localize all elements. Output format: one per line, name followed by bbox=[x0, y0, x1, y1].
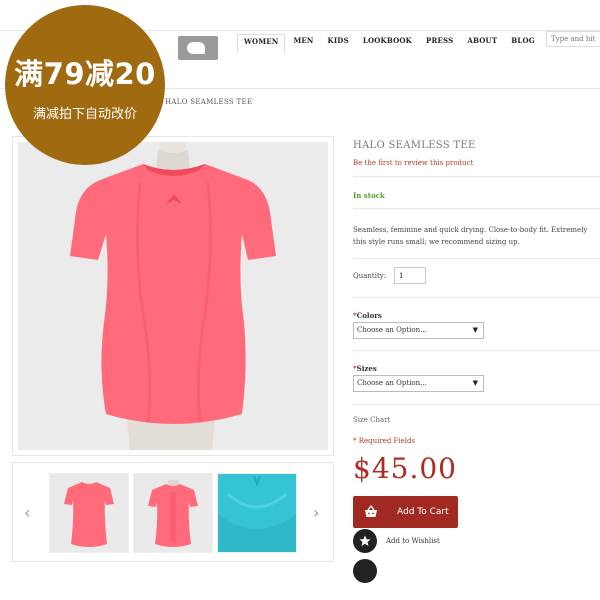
nav-kids[interactable]: KIDS bbox=[322, 34, 355, 53]
basket-icon bbox=[365, 504, 377, 517]
search-input[interactable] bbox=[546, 31, 600, 47]
divider bbox=[353, 258, 600, 259]
sizes-select[interactable]: Choose an Option... ▼ bbox=[353, 375, 484, 392]
stock-status: In stock bbox=[353, 191, 385, 200]
product-image-frame bbox=[12, 136, 334, 456]
divider bbox=[353, 297, 600, 298]
colors-select[interactable]: Choose an Option... ▼ bbox=[353, 322, 484, 339]
compare-icon[interactable] bbox=[353, 559, 377, 583]
review-link[interactable]: Be the first to review this product bbox=[353, 159, 473, 167]
add-to-cart-label: Add To Cart bbox=[397, 507, 449, 517]
promo-badge: 满79减20 满减拍下自动改价 bbox=[5, 5, 165, 165]
add-to-cart-button[interactable]: Add To Cart bbox=[353, 496, 458, 528]
thumbnail-pink-front[interactable] bbox=[49, 473, 129, 553]
nav-press[interactable]: PRESS bbox=[420, 34, 459, 53]
star-icon[interactable] bbox=[353, 529, 377, 553]
nav-women[interactable]: WOMEN bbox=[237, 34, 286, 53]
chevron-right-icon[interactable]: › bbox=[313, 503, 319, 522]
divider bbox=[353, 176, 600, 177]
dropdown-arrow-icon: ▼ bbox=[472, 379, 478, 387]
sizes-label: *Sizes bbox=[353, 364, 377, 373]
nav-about[interactable]: ABOUT bbox=[461, 34, 503, 53]
thumbnail-pink-back[interactable] bbox=[133, 473, 213, 553]
description-line: Seamless, feminine and quick drying. Clo… bbox=[353, 226, 588, 234]
divider bbox=[353, 208, 600, 209]
product-title: HALO SEAMLESS TEE bbox=[353, 140, 476, 151]
product-description: Seamless, feminine and quick drying. Clo… bbox=[353, 224, 600, 248]
product-price: $45.00 bbox=[353, 452, 457, 485]
product-main-image[interactable] bbox=[18, 142, 328, 450]
nav-lookbook[interactable]: LOOKBOOK bbox=[357, 34, 418, 53]
site-logo[interactable] bbox=[178, 36, 218, 60]
chevron-left-icon[interactable]: ‹ bbox=[24, 503, 30, 522]
dropdown-arrow-icon: ▼ bbox=[472, 326, 478, 334]
description-line: this style runs small; we recommend sizi… bbox=[353, 238, 520, 246]
divider bbox=[353, 350, 600, 351]
quantity-field[interactable] bbox=[394, 267, 426, 284]
breadcrumb: HALO SEAMLESS TEE bbox=[165, 98, 253, 106]
thumbnail-turquoise-fabric[interactable] bbox=[217, 473, 297, 553]
promo-headline: 满79减20 bbox=[14, 57, 156, 91]
thumbnail-strip: ‹ › bbox=[12, 462, 334, 562]
colors-label: *Colors bbox=[353, 311, 382, 320]
add-to-wishlist-link[interactable]: Add to Wishlist bbox=[386, 537, 440, 545]
nav-men[interactable]: MEN bbox=[287, 34, 319, 53]
main-nav: WOMEN MEN KIDS LOOKBOOK PRESS ABOUT BLOG bbox=[237, 34, 543, 53]
size-chart-link[interactable]: Size Chart bbox=[353, 416, 390, 424]
promo-subline: 满减拍下自动改价 bbox=[32, 107, 137, 122]
required-fields-note: * Required Fields bbox=[353, 437, 416, 445]
nav-blog[interactable]: BLOG bbox=[505, 34, 541, 53]
quantity-label: Quantity: bbox=[353, 272, 387, 280]
divider bbox=[353, 404, 600, 405]
